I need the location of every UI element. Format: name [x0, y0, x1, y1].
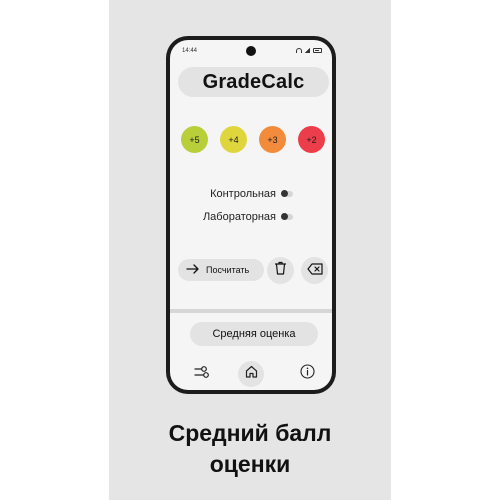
- promo-caption: Средний балл оценки: [0, 418, 500, 480]
- calculate-button[interactable]: Посчитать: [178, 259, 264, 281]
- front-camera: [246, 46, 256, 56]
- app-title: GradeCalc: [178, 67, 329, 97]
- lab-toggle-label: Лабораторная: [202, 211, 276, 223]
- caption-line-2: оценки: [209, 451, 291, 477]
- test-toggle-row[interactable]: Контрольная: [210, 188, 293, 200]
- signal-icon: [305, 48, 310, 53]
- status-icons: [296, 48, 322, 53]
- calculate-label: Посчитать: [206, 265, 250, 275]
- filter-icon: [194, 365, 210, 384]
- grade-plus-2-button[interactable]: +2: [298, 126, 325, 153]
- grade-plus-3-button[interactable]: +3: [259, 126, 286, 153]
- status-bar: 14:44: [170, 40, 332, 60]
- test-toggle-label: Контрольная: [210, 188, 276, 200]
- clear-button[interactable]: [267, 257, 294, 284]
- backspace-button[interactable]: [301, 257, 328, 284]
- info-icon: [299, 364, 315, 384]
- battery-icon: [313, 48, 322, 53]
- test-toggle-switch[interactable]: [281, 190, 293, 197]
- status-time: 14:44: [182, 48, 198, 54]
- lab-toggle-switch[interactable]: [281, 213, 293, 220]
- phone-screen: 14:44 GradeCalc +5 +4 +3 +2 Контрольная …: [170, 40, 332, 390]
- arrow-right-icon: [186, 264, 200, 276]
- grade-plus-5-button[interactable]: +5: [181, 126, 208, 153]
- average-grade-button[interactable]: Средняя оценка: [190, 322, 318, 346]
- nav-filter-button[interactable]: [189, 361, 215, 387]
- nav-info-button[interactable]: [294, 361, 320, 387]
- wifi-icon: [296, 48, 302, 53]
- lab-toggle-row[interactable]: Лабораторная: [203, 211, 293, 223]
- backspace-icon: [306, 262, 323, 280]
- trash-icon: [274, 261, 287, 280]
- home-icon: [245, 365, 258, 383]
- nav-home-button[interactable]: [238, 361, 264, 387]
- section-divider: [170, 309, 332, 313]
- phone-frame: 14:44 GradeCalc +5 +4 +3 +2 Контрольная …: [166, 36, 336, 394]
- caption-line-1: Средний балл: [168, 420, 332, 446]
- grade-plus-4-button[interactable]: +4: [220, 126, 247, 153]
